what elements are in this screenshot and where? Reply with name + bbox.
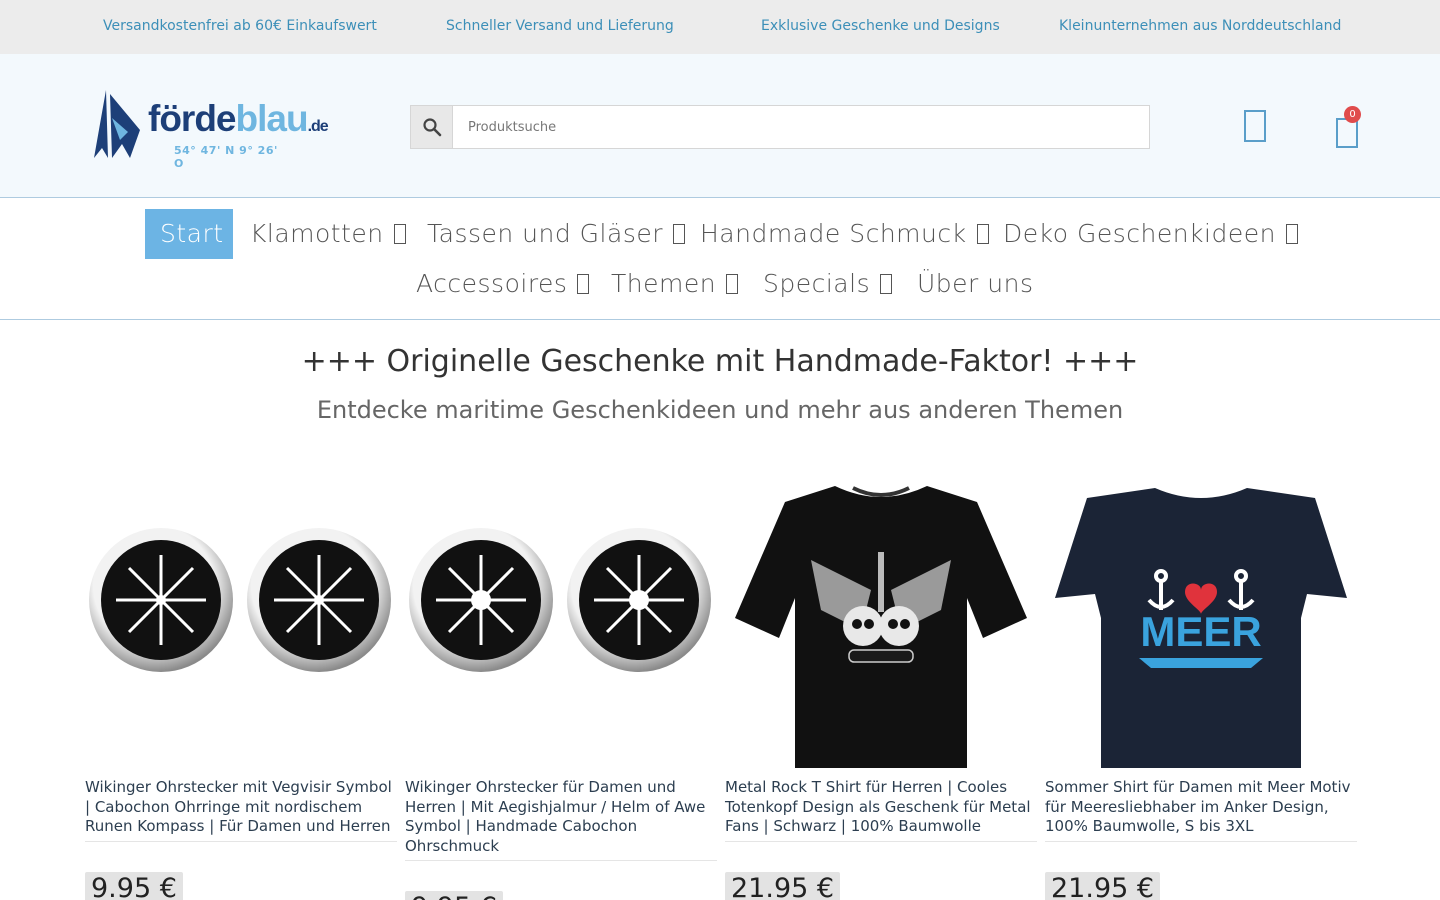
nav-item-ueber-uns[interactable]: Über uns (917, 259, 1034, 309)
chevron-down-icon (880, 274, 893, 294)
nav-label: Specials (763, 269, 871, 298)
account-icon[interactable] (1244, 110, 1266, 142)
product-price: 9.95 € (405, 891, 503, 900)
divider (725, 841, 1037, 842)
product-image-tshirt[interactable]: MEER (1045, 468, 1357, 768)
nav-item-klamotten[interactable]: Klamotten (250, 209, 406, 259)
product-price: 21.95 € (1045, 872, 1161, 900)
usp-bar: Versandkostenfrei ab 60€ Einkaufswert Sc… (0, 0, 1440, 54)
cart-button[interactable]: 0 (1334, 106, 1361, 150)
nav-label: Tassen und Gläser (427, 219, 664, 248)
nav-item-specials[interactable]: Specials (763, 259, 893, 309)
hero-title: +++ Originelle Geschenke mit Handmade-Fa… (301, 344, 1139, 379)
chevron-down-icon (726, 274, 739, 294)
chevron-down-icon (976, 224, 989, 244)
nav-item-deko[interactable]: Deko Geschenkideen (1003, 209, 1298, 259)
nav-label: Über uns (917, 269, 1034, 298)
divider (1045, 841, 1357, 842)
product-title[interactable]: Wikinger Ohrstecker für Damen und Herren… (405, 778, 717, 856)
site-logo[interactable]: fördeblau.de 54° 47' N 9° 26' O (92, 88, 329, 170)
nav-item-schmuck[interactable]: Handmade Schmuck (700, 209, 989, 259)
chevron-down-icon (577, 274, 590, 294)
chevron-down-icon (393, 224, 406, 244)
product-title[interactable]: Sommer Shirt für Damen mit Meer Motiv fü… (1045, 778, 1357, 837)
product-image-earrings[interactable] (85, 468, 397, 768)
usp-free-shipping: Versandkostenfrei ab 60€ Einkaufswert (103, 18, 377, 34)
usp-exclusive-gifts: Exklusive Geschenke und Designs (761, 18, 1000, 34)
logo-coordinates: 54° 47' N 9° 26' O (174, 144, 278, 170)
chevron-down-icon (1285, 224, 1298, 244)
nav-item-themen[interactable]: Themen (611, 259, 739, 309)
nav-label: Start (160, 219, 224, 248)
site-header: fördeblau.de 54° 47' N 9° 26' O 0 (0, 54, 1440, 198)
nav-item-accessoires[interactable]: Accessoires (416, 259, 590, 309)
product-title[interactable]: Wikinger Ohrstecker mit Vegvisir Symbol … (85, 778, 397, 837)
search-button[interactable] (411, 106, 453, 148)
sail-logo-icon (94, 90, 140, 158)
divider (85, 841, 397, 842)
search-icon (422, 118, 441, 137)
product-price: 9.95 € (85, 872, 183, 900)
main-navigation: Start Klamotten Tassen und Gläser Handma… (0, 199, 1440, 320)
chevron-down-icon (673, 224, 686, 244)
nav-item-tassen[interactable]: Tassen und Gläser (427, 209, 686, 259)
nav-label: Handmade Schmuck (700, 219, 967, 248)
usp-small-business: Kleinunternehmen aus Norddeutschland (1059, 18, 1342, 34)
product-image-tshirt[interactable] (725, 468, 1037, 768)
nav-label: Accessoires (416, 269, 568, 298)
product-title[interactable]: Metal Rock T Shirt für Herren | Cooles T… (725, 778, 1037, 837)
divider (405, 860, 717, 861)
cart-count-badge: 0 (1344, 106, 1361, 123)
hero-subtitle: Entdecke maritime Geschenkideen und mehr… (316, 396, 1124, 424)
usp-fast-delivery: Schneller Versand und Lieferung (446, 18, 674, 34)
logo-wordmark: fördeblau.de (148, 98, 329, 139)
nav-item-start[interactable]: Start (145, 209, 233, 259)
search-input[interactable] (453, 106, 1149, 148)
meer-print-text: MEER (1140, 608, 1261, 655)
product-price: 21.95 € (725, 872, 841, 900)
product-search (410, 105, 1150, 149)
nav-label: Deko Geschenkideen (1003, 219, 1276, 248)
nav-label: Klamotten (250, 219, 384, 248)
product-image-earrings[interactable] (405, 468, 717, 768)
nav-label: Themen (611, 269, 717, 298)
